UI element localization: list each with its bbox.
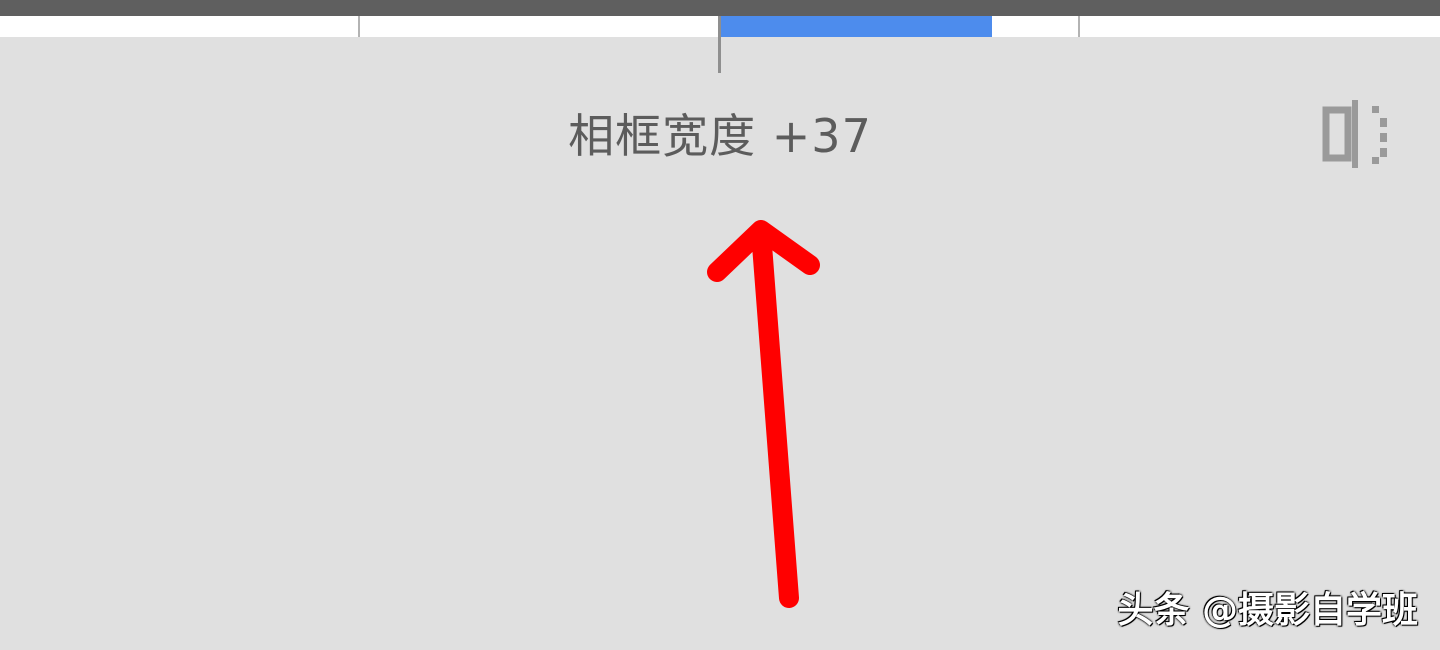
watermark-text: 头条 @摄影自学班	[1117, 590, 1418, 631]
editor-screen: 相框宽度 +37 头条 @摄影自学班	[0, 0, 1440, 650]
red-arrow-annotation	[707, 220, 820, 608]
